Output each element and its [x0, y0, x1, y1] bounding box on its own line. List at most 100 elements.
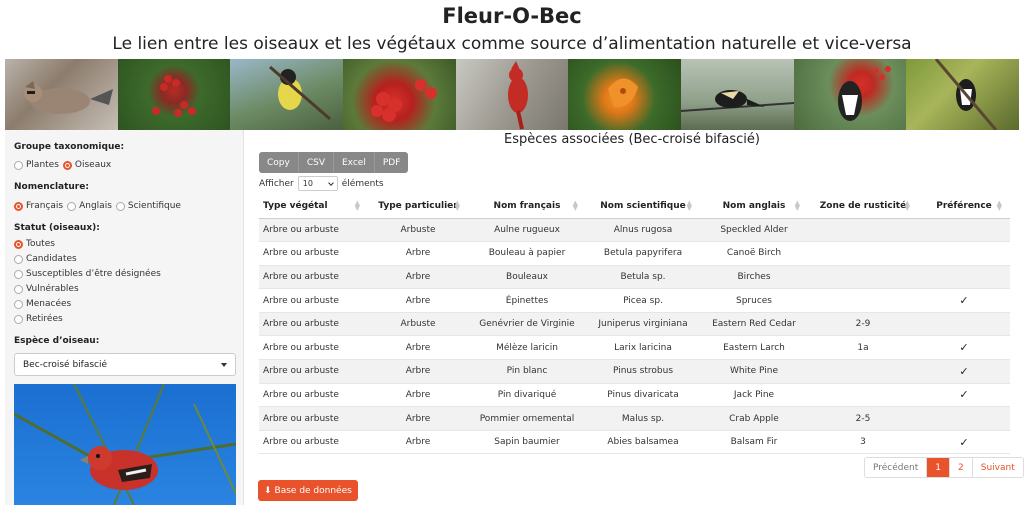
next-page-button[interactable]: Suivant [973, 458, 1023, 477]
cell-french-name: Pin blanc [468, 359, 586, 384]
cell-plant-type: Arbre ou arbuste [259, 359, 368, 384]
radio-icon[interactable] [14, 314, 23, 324]
cell-french-name: Sapin baumier [468, 430, 586, 455]
cell-specific-type: Arbre [368, 406, 468, 431]
status-option-vulnerable[interactable]: Vulnérables [14, 284, 79, 294]
sort-icon[interactable]: ▲ ▼ [455, 200, 460, 212]
cell-scientific-name: Pinus divaricata [586, 383, 700, 408]
sort-icon[interactable]: ▲ ▼ [687, 200, 692, 212]
status-option-susceptible[interactable]: Susceptibles d’être désignées [14, 269, 161, 279]
pagination: Précédent 1 2 Suivant [864, 457, 1024, 478]
sort-icon[interactable]: ▲ ▼ [997, 200, 1002, 212]
radio-icon[interactable] [14, 284, 23, 294]
col-header-plant-type[interactable]: Type végétal ▲ ▼ [259, 194, 368, 219]
table-row: Arbre ou arbuste Arbre Pommier ornementa… [259, 406, 1010, 431]
taxo-option-plants[interactable]: Plantes [14, 160, 59, 170]
sort-icon[interactable]: ▲ ▼ [573, 200, 578, 212]
radio-icon[interactable] [14, 254, 23, 264]
excel-button[interactable]: Excel [334, 152, 375, 173]
cell-plant-type: Arbre ou arbuste [259, 312, 368, 337]
table-header-row: Type végétal ▲ ▼ Type particulier ▲ ▼ Nom fr… [259, 194, 1010, 219]
nomen-option-french[interactable]: Français [14, 201, 63, 211]
length-prefix: Afficher [259, 178, 294, 189]
radio-icon[interactable] [14, 269, 23, 279]
cell-english-name: White Pine [700, 359, 808, 384]
cell-scientific-name: Betula sp. [586, 265, 700, 290]
taxo-option-birds[interactable]: Oiseaux [62, 160, 111, 170]
cell-preference: ✓ [918, 335, 1010, 361]
chevron-down-icon[interactable] [327, 179, 334, 186]
radio-selected-icon[interactable] [14, 239, 23, 249]
cell-specific-type: Arbre [368, 288, 468, 313]
status-option-candidates[interactable]: Candidates [14, 254, 77, 264]
cell-specific-type: Arbuste [368, 218, 468, 243]
download-icon: ⬇ [264, 485, 272, 496]
copy-button[interactable]: Copy [259, 152, 299, 173]
sort-icon[interactable]: ▲ ▼ [355, 200, 360, 212]
status-option-all[interactable]: Toutes [14, 239, 55, 249]
cell-english-name: Jack Pine [700, 383, 808, 408]
cell-hardiness-zone: 1a [808, 335, 918, 361]
cell-french-name: Bouleau à papier [468, 241, 586, 266]
cell-french-name: Bouleaux [468, 265, 586, 290]
database-button[interactable]: ⬇ Base de données [258, 480, 358, 501]
cell-hardiness-zone [808, 265, 918, 290]
cell-french-name: Pin divariqué [468, 383, 586, 408]
cell-hardiness-zone: 2-9 [808, 312, 918, 337]
table-row: Arbre ou arbuste Arbre Bouleau à papier … [259, 241, 1010, 266]
species-select-value: Bec-croisé bifascié [23, 359, 108, 370]
page-length-select[interactable]: 10 [297, 176, 338, 191]
taxo-group-label: Groupe taxonomique: [14, 142, 125, 152]
banner-photo-cranberry [343, 59, 456, 130]
col-header-preference[interactable]: Préférence ▲ ▼ [918, 194, 1010, 219]
cell-plant-type: Arbre ou arbuste [259, 383, 368, 408]
export-button-group: Copy CSV Excel PDF [259, 152, 409, 173]
cell-specific-type: Arbre [368, 359, 468, 384]
cell-scientific-name: Betula papyrifera [586, 241, 700, 266]
cell-plant-type: Arbre ou arbuste [259, 335, 368, 361]
sort-icon[interactable]: ▲ ▼ [905, 200, 910, 212]
cell-preference [918, 241, 1010, 266]
cell-french-name: Aulne rugueux [468, 218, 586, 243]
cell-specific-type: Arbre [368, 383, 468, 408]
chevron-down-icon[interactable] [221, 362, 227, 367]
page-2-button[interactable]: 2 [950, 458, 973, 477]
table-row: Arbre ou arbuste Arbuste Aulne rugueux A… [259, 218, 1010, 243]
col-header-french-name[interactable]: Nom français ▲ ▼ [468, 194, 586, 219]
radio-icon[interactable] [115, 201, 125, 211]
cell-french-name: Mélèze laricin [468, 335, 586, 361]
csv-button[interactable]: CSV [299, 152, 334, 173]
sort-icon[interactable]: ▲ ▼ [795, 200, 800, 212]
table-row: Arbre ou arbuste Arbuste Genévrier de Vi… [259, 312, 1010, 337]
species-select[interactable]: Bec-croisé bifascié [14, 353, 236, 376]
previous-page-button[interactable]: Précédent [865, 458, 928, 477]
radio-icon[interactable] [67, 201, 77, 211]
radio-selected-icon[interactable] [62, 160, 72, 170]
cell-preference [918, 265, 1010, 290]
col-header-scientific-name[interactable]: Nom scientifique ▲ ▼ [586, 194, 700, 219]
col-header-hardiness-zone[interactable]: Zone de rusticité ▲ ▼ [808, 194, 918, 219]
col-header-specific-type[interactable]: Type particulier ▲ ▼ [368, 194, 468, 219]
col-header-english-name[interactable]: Nom anglais ▲ ▼ [700, 194, 808, 219]
cell-english-name: Speckled Alder [700, 218, 808, 243]
cell-specific-type: Arbre [368, 265, 468, 290]
status-option-threatened[interactable]: Menacées [14, 299, 71, 309]
pdf-button[interactable]: PDF [375, 152, 409, 173]
cell-english-name: Birches [700, 265, 808, 290]
associated-species-title: Espèces associées (Bec-croisé bifascié) [504, 132, 760, 147]
cell-english-name: Eastern Red Cedar [700, 312, 808, 337]
filter-sidebar: Groupe taxonomique: Plantes Oiseaux Nome… [5, 130, 244, 505]
nomenclature-radio-group: Français Anglais Scientifique [14, 201, 185, 211]
status-option-withdrawn[interactable]: Retirées [14, 314, 63, 324]
cell-scientific-name: Pinus strobus [586, 359, 700, 384]
nomen-option-english[interactable]: Anglais [67, 201, 112, 211]
cell-english-name: Spruces [700, 288, 808, 313]
radio-icon[interactable] [14, 160, 23, 170]
radio-icon[interactable] [14, 299, 23, 309]
radio-selected-icon[interactable] [14, 201, 23, 211]
nomen-option-scientific[interactable]: Scientifique [115, 201, 181, 211]
cell-english-name: Eastern Larch [700, 335, 808, 361]
page-1-button[interactable]: 1 [927, 458, 951, 477]
cell-hardiness-zone [808, 241, 918, 266]
page-length-control: Afficher 10 éléments [259, 176, 384, 191]
